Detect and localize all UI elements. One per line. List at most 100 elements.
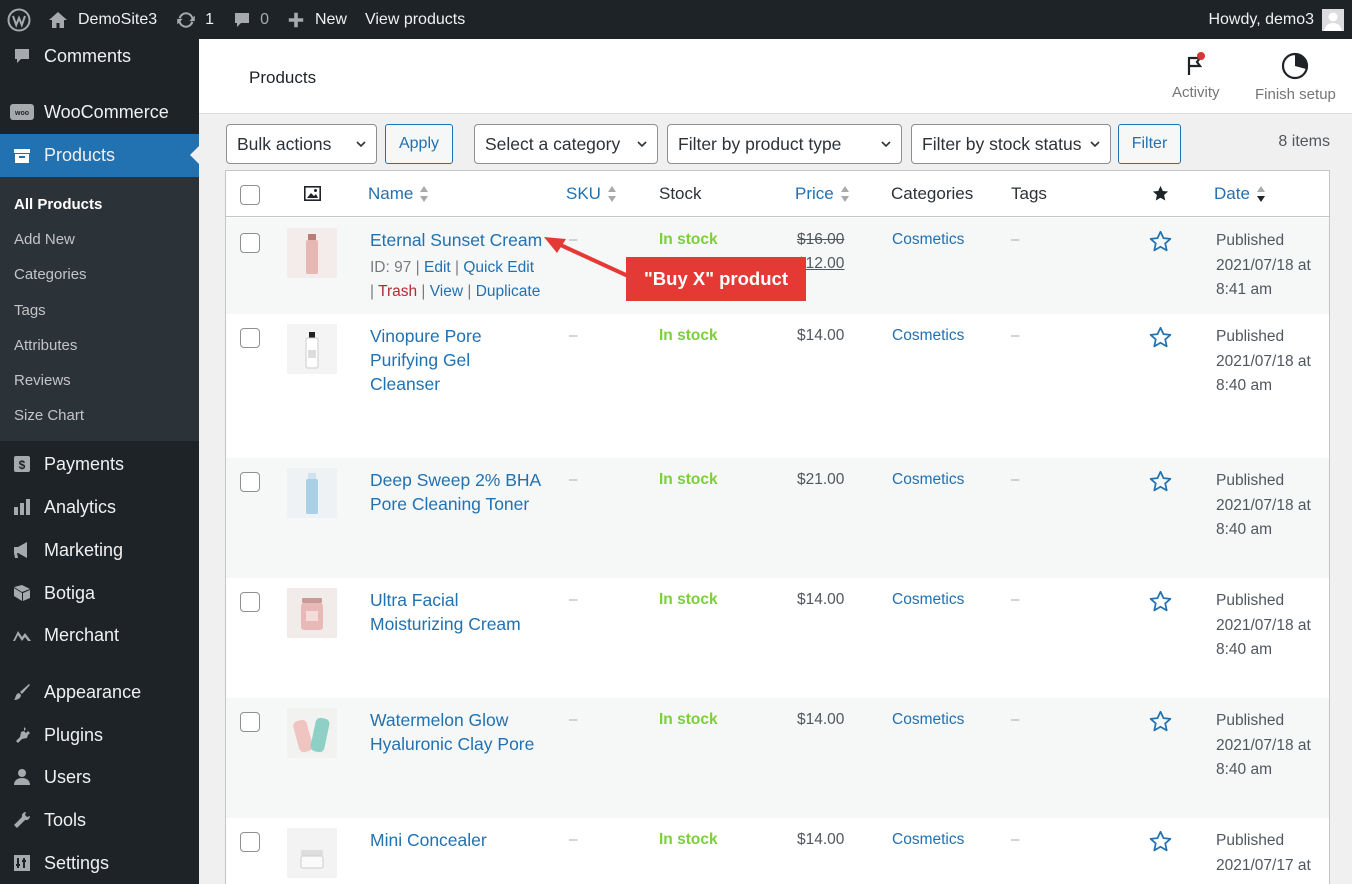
sidebar-item-comments[interactable]: Comments — [0, 39, 199, 73]
submenu-all-products[interactable]: All Products — [14, 196, 102, 213]
star-outline-icon[interactable] — [1149, 326, 1172, 354]
account-menu[interactable]: Howdy, demo3 — [1208, 8, 1352, 31]
category-link[interactable]: Cosmetics — [892, 327, 964, 345]
site-name: DemoSite3 — [78, 10, 158, 28]
sidebar-item-botiga[interactable]: Botiga — [0, 576, 199, 610]
date-value: 2021/07/18 at — [1216, 616, 1311, 634]
category-select[interactable]: Select a category — [474, 124, 658, 164]
stock-status-select[interactable]: Filter by stock status — [911, 124, 1111, 164]
submenu-size-chart[interactable]: Size Chart — [14, 407, 84, 424]
bulk-actions-select[interactable]: Bulk actions — [226, 124, 377, 164]
annotation-callout: "Buy X" product — [626, 257, 806, 301]
admin-bar: DemoSite3 1 0 New View products Howdy, d… — [0, 0, 1352, 39]
submenu-reviews[interactable]: Reviews — [14, 372, 71, 389]
page-title: Products — [249, 68, 317, 87]
wordpress-logo-icon[interactable] — [0, 0, 39, 39]
product-name-link[interactable]: Deep Sweep 2% BHA Pore Cleaning Toner — [370, 468, 550, 516]
duplicate-link[interactable]: Duplicate — [476, 283, 541, 300]
product-name-line: Watermelon Glow — [370, 710, 509, 730]
progress-circle-icon — [1282, 52, 1309, 80]
star-outline-icon[interactable] — [1149, 470, 1172, 498]
product-name-link[interactable]: Ultra Facial Moisturizing Cream — [370, 588, 550, 636]
finish-setup-button[interactable]: Finish setup — [1255, 51, 1336, 103]
product-thumbnail[interactable] — [287, 588, 337, 638]
category-link[interactable]: Cosmetics — [892, 471, 964, 489]
sidebar-item-payments[interactable]: $ Payments — [0, 447, 199, 481]
submenu-tags[interactable]: Tags — [14, 302, 46, 319]
sidebar-item-settings[interactable]: Settings — [0, 846, 199, 880]
product-thumbnail[interactable] — [287, 708, 337, 758]
sidebar-item-products[interactable]: Products — [0, 134, 199, 177]
sku-value: – — [569, 591, 578, 608]
sidebar-item-users[interactable]: Users — [0, 760, 199, 794]
filter-button[interactable]: Filter — [1118, 124, 1181, 164]
product-thumbnail[interactable] — [287, 324, 337, 374]
column-price[interactable]: Price — [795, 184, 850, 204]
svg-text:woo: woo — [14, 110, 29, 117]
user-icon — [0, 767, 44, 787]
view-link[interactable]: View — [430, 283, 463, 300]
tags-value: – — [1011, 231, 1020, 248]
merchant-icon — [0, 625, 44, 645]
row-checkbox[interactable] — [240, 472, 260, 492]
sku-value: – — [569, 711, 578, 728]
apply-button[interactable]: Apply — [385, 124, 453, 164]
new-content-link[interactable]: New — [278, 0, 356, 39]
sidebar-item-analytics[interactable]: Analytics — [0, 490, 199, 524]
date-status: Published — [1216, 232, 1285, 249]
product-name-link[interactable]: Eternal Sunset Cream — [370, 228, 550, 252]
sidebar-item-label: Marketing — [44, 539, 124, 560]
sidebar-item-plugins[interactable]: Plugins — [0, 718, 199, 752]
row-checkbox[interactable] — [240, 328, 260, 348]
row-checkbox[interactable] — [240, 592, 260, 612]
sidebar-item-label: Products — [44, 145, 116, 165]
product-thumbnail[interactable] — [287, 828, 337, 878]
category-link[interactable]: Cosmetics — [892, 591, 964, 609]
comments-count: 0 — [260, 10, 269, 28]
column-name[interactable]: Name — [368, 184, 429, 204]
star-outline-icon[interactable] — [1149, 590, 1172, 618]
product-type-select[interactable]: Filter by product type — [667, 124, 902, 164]
submenu-add-new[interactable]: Add New — [14, 231, 75, 248]
star-outline-icon[interactable] — [1149, 230, 1172, 258]
edit-link[interactable]: Edit — [424, 259, 451, 276]
star-outline-icon[interactable] — [1149, 830, 1172, 858]
star-outline-icon[interactable] — [1149, 710, 1172, 738]
submenu-categories[interactable]: Categories — [14, 266, 87, 283]
row-checkbox[interactable] — [240, 233, 260, 253]
row-checkbox[interactable] — [240, 712, 260, 732]
submenu-attributes[interactable]: Attributes — [14, 337, 77, 354]
category-link[interactable]: Cosmetics — [892, 231, 964, 249]
category-link[interactable]: Cosmetics — [892, 711, 964, 729]
sidebar-item-label: Analytics — [44, 496, 117, 517]
product-name-link[interactable]: Mini Concealer — [370, 828, 550, 852]
site-name-link[interactable]: DemoSite3 — [39, 0, 166, 39]
comments-link[interactable]: 0 — [223, 0, 278, 39]
sidebar-item-tools[interactable]: Tools — [0, 803, 199, 837]
column-date[interactable]: Date — [1214, 184, 1266, 204]
category-link[interactable]: Cosmetics — [892, 831, 964, 849]
view-products-link[interactable]: View products — [356, 0, 474, 39]
product-name-line: Mini Concealer — [370, 830, 487, 850]
row-checkbox[interactable] — [240, 832, 260, 852]
sidebar-item-marketing[interactable]: Marketing — [0, 533, 199, 567]
product-name-link[interactable]: Watermelon Glow Hyaluronic Clay Pore — [370, 708, 550, 756]
activity-button[interactable]: Activity — [1172, 51, 1220, 101]
date-cell: Published 2021/07/18 at 8:41 am — [1216, 229, 1326, 303]
sidebar-item-woocommerce[interactable]: woo WooCommerce — [0, 95, 199, 129]
product-name-line: Pore Cleaning Toner — [370, 494, 530, 514]
chevron-down-icon — [356, 141, 366, 148]
sidebar-item-appearance[interactable]: Appearance — [0, 675, 199, 709]
updates-link[interactable]: 1 — [166, 0, 223, 39]
sidebar-item-merchant[interactable]: Merchant — [0, 618, 199, 652]
product-thumbnail[interactable] — [287, 468, 337, 518]
quick-edit-link[interactable]: Quick Edit — [463, 259, 534, 276]
column-sku[interactable]: SKU — [566, 184, 617, 204]
trash-link[interactable]: Trash — [378, 283, 417, 300]
featured-star-icon[interactable] — [1152, 185, 1169, 202]
product-thumbnail[interactable] — [287, 228, 337, 278]
product-name-link[interactable]: Vinopure Pore Purifying Gel Cleanser — [370, 324, 550, 396]
select-all-checkbox[interactable] — [240, 185, 260, 205]
date-cell: Published 2021/07/18 at 8:40 am — [1216, 469, 1326, 543]
wrench-icon — [0, 810, 44, 830]
